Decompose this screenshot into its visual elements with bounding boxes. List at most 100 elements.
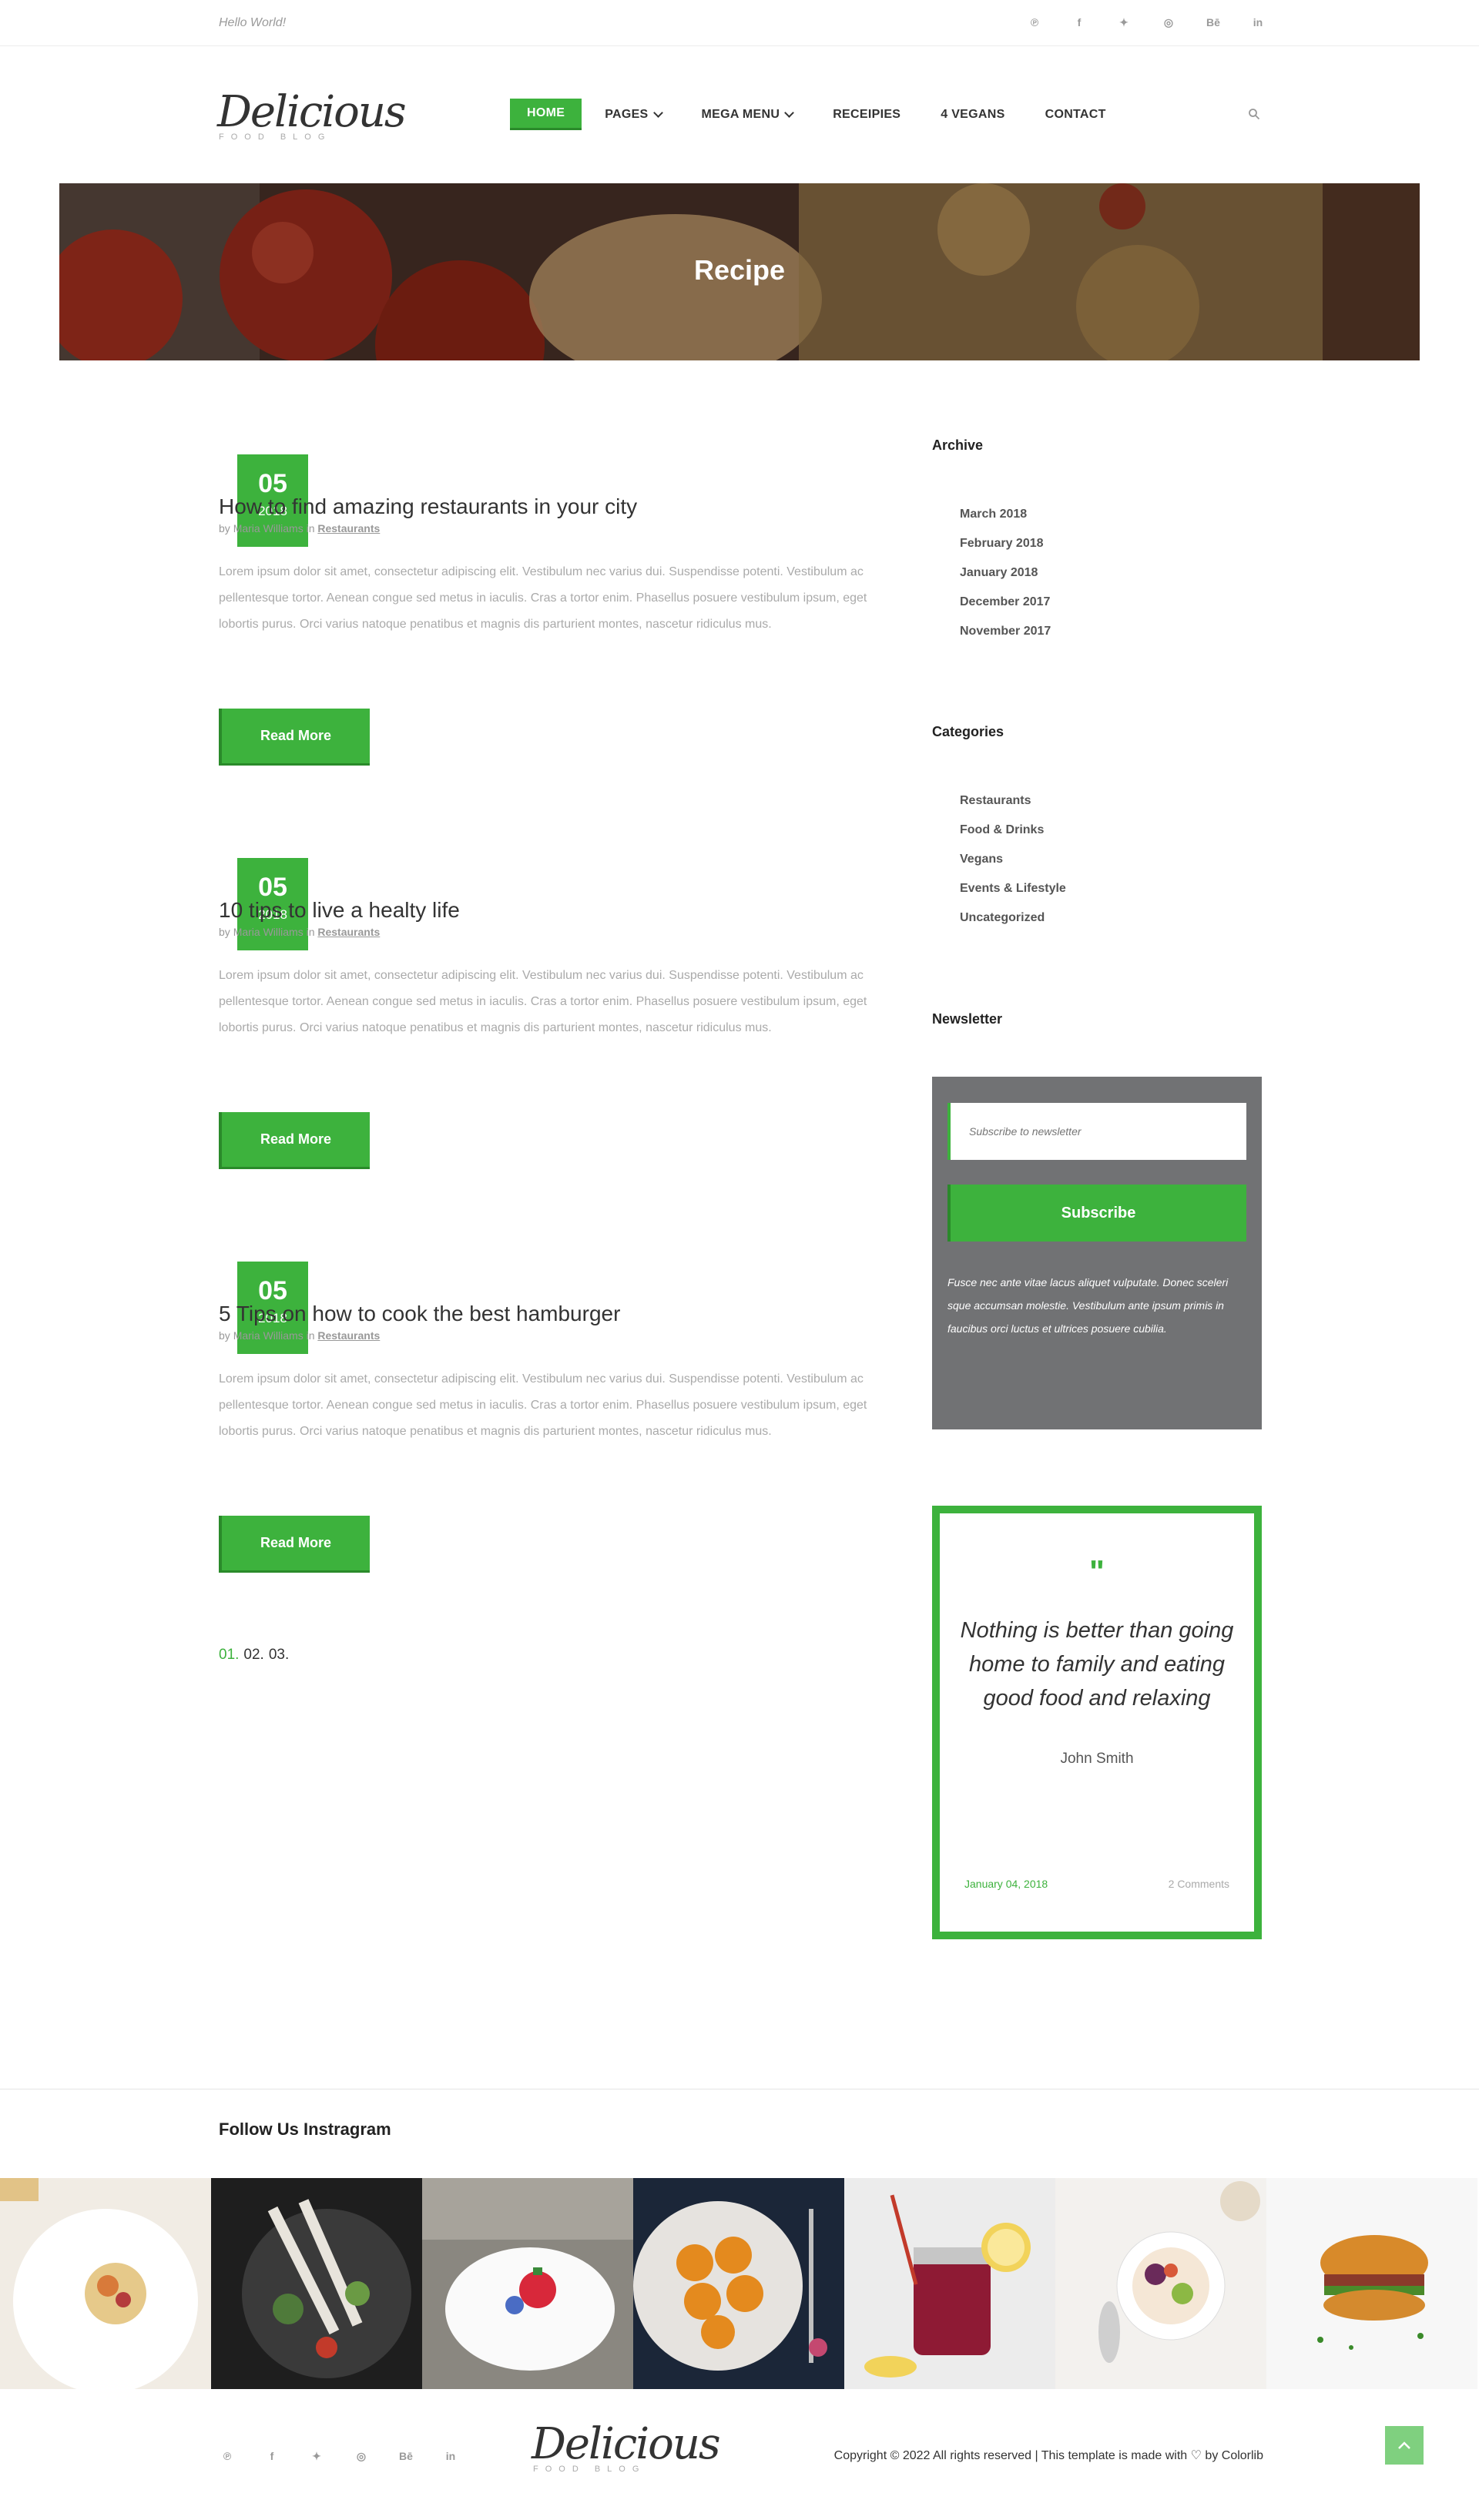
meta-in: in [306, 522, 315, 534]
post-category-link[interactable]: Restaurants [317, 522, 380, 534]
linkedin-icon[interactable]: in [442, 2448, 459, 2465]
widget-title: Categories [932, 724, 1004, 739]
subscribe-button[interactable]: Subscribe [947, 1185, 1246, 1242]
post-excerpt: Lorem ipsum dolor sit amet, consectetur … [219, 969, 867, 1034]
categories-widget: Categories Restaurants Food & Drinks Veg… [932, 724, 1263, 940]
read-more-button[interactable]: Read More [219, 709, 370, 766]
top-social-links: ℗ f ✦ ◎ Bē in [1026, 14, 1266, 31]
category-link[interactable]: Food & Drinks [960, 823, 1263, 853]
nav-label: Pages [605, 107, 649, 121]
pinterest-icon[interactable]: ℗ [219, 2448, 236, 2465]
nav-label: Receipies [833, 107, 901, 121]
archive-widget: Archive March 2018 February 2018 January… [932, 437, 1263, 654]
post-category-link[interactable]: Restaurants [317, 926, 380, 938]
archive-list: March 2018 February 2018 January 2018 De… [932, 508, 1263, 654]
site-header: Delicious FOOD BLOG Home Pages Mega Menu… [0, 46, 1479, 183]
post-meta: by Maria Williams in Restaurants [219, 926, 380, 938]
date-day: 05 [258, 1276, 287, 1305]
quote-text: Nothing is better than going home to fam… [960, 1618, 1234, 1711]
category-link[interactable]: Events & Lifestyle [960, 882, 1263, 911]
footer-social-links: ℗ f ✦ ◎ Bē in [219, 2448, 459, 2465]
behance-icon[interactable]: Bē [1205, 14, 1222, 31]
search-icon[interactable] [1248, 108, 1260, 120]
twitter-icon[interactable]: ✦ [308, 2448, 325, 2465]
instagram-photo[interactable] [1266, 2178, 1477, 2389]
instagram-title: Follow Us Instragram [219, 2120, 391, 2139]
page-title: Recipe [693, 254, 786, 286]
category-link[interactable]: Vegans [960, 853, 1263, 882]
quote-comments-link[interactable]: 2 Comments [1169, 1878, 1229, 1890]
site-logo[interactable]: Delicious FOOD BLOG [217, 87, 407, 142]
post-author[interactable]: Maria Williams [233, 1329, 304, 1342]
post-excerpt: Lorem ipsum dolor sit amet, consectetur … [219, 565, 867, 631]
newsletter-widget-heading: Newsletter [932, 1011, 1263, 1027]
newsletter-box: Subscribe Fusce nec ante vitae lacus ali… [932, 1077, 1262, 1429]
instagram-photo[interactable] [1055, 2178, 1266, 2389]
pinterest-icon[interactable]: ℗ [1026, 14, 1043, 31]
meta-by: by [219, 926, 230, 938]
linkedin-icon[interactable]: in [1249, 14, 1266, 31]
quote-author: John Smith [1060, 1751, 1134, 1767]
footer-logo[interactable]: Delicious FOOD BLOG [532, 2419, 721, 2475]
read-more-button[interactable]: Read More [219, 1516, 370, 1573]
archive-link[interactable]: December 2017 [960, 595, 1263, 625]
post-author[interactable]: Maria Williams [233, 522, 304, 534]
page-link[interactable]: 02. [243, 1647, 263, 1664]
meta-by: by [219, 522, 230, 534]
newsletter-email-input[interactable] [947, 1103, 1246, 1160]
back-to-top-button[interactable] [1385, 2426, 1424, 2465]
quote-mark-icon: " [1089, 1553, 1105, 1590]
post-author[interactable]: Maria Williams [233, 926, 304, 938]
nav-pages[interactable]: Pages [588, 100, 678, 129]
facebook-icon[interactable]: f [1071, 14, 1088, 31]
quote-widget: " Nothing is better than going home to f… [932, 1506, 1262, 1939]
instagram-photo[interactable] [422, 2178, 633, 2389]
archive-link[interactable]: January 2018 [960, 566, 1263, 595]
page-link-current[interactable]: 01. [219, 1647, 239, 1664]
archive-link[interactable]: March 2018 [960, 508, 1263, 537]
dribbble-icon[interactable]: ◎ [353, 2448, 370, 2465]
twitter-icon[interactable]: ✦ [1115, 14, 1132, 31]
chevron-down-icon [784, 107, 795, 118]
categories-list: Restaurants Food & Drinks Vegans Events … [932, 794, 1263, 940]
category-link[interactable]: Uncategorized [960, 911, 1263, 940]
greeting-text: Hello World! [219, 16, 287, 29]
pagination: 01. 02. 03. [219, 1647, 289, 1664]
main-nav: Home Pages Mega Menu Receipies 4 Vegans … [510, 99, 1129, 130]
category-link[interactable]: Restaurants [960, 794, 1263, 823]
post-category-link[interactable]: Restaurants [317, 1329, 380, 1342]
date-day: 05 [258, 873, 287, 902]
logo-wordmark: Delicious [532, 2419, 721, 2469]
quote-date[interactable]: January 04, 2018 [964, 1878, 1048, 1890]
instagram-photo[interactable] [633, 2178, 844, 2389]
nav-mega-menu[interactable]: Mega Menu [685, 100, 810, 129]
page-link[interactable]: 03. [269, 1647, 289, 1664]
nav-4-vegans[interactable]: 4 Vegans [924, 100, 1021, 129]
widget-title: Newsletter [932, 1011, 1003, 1027]
nav-label: 4 Vegans [941, 107, 1005, 121]
dribbble-icon[interactable]: ◎ [1160, 14, 1177, 31]
copyright-text: Copyright © 2022 All rights reserved | T… [833, 2449, 1263, 2462]
archive-link[interactable]: February 2018 [960, 537, 1263, 566]
post-excerpt: Lorem ipsum dolor sit amet, consectetur … [219, 1372, 867, 1438]
nav-home[interactable]: Home [510, 99, 582, 130]
instagram-gallery [0, 2178, 1479, 2389]
nav-contact[interactable]: Contact [1028, 100, 1123, 129]
quote-footer: January 04, 2018 2 Comments [964, 1878, 1229, 1890]
post-title[interactable]: How to find amazing restaurants in your … [219, 494, 637, 519]
nav-receipies[interactable]: Receipies [816, 100, 917, 129]
logo-wordmark: Delicious [217, 87, 407, 137]
behance-icon[interactable]: Bē [397, 2448, 414, 2465]
facebook-icon[interactable]: f [263, 2448, 280, 2465]
post-title[interactable]: 5 Tips on how to cook the best hamburger [219, 1302, 620, 1326]
chevron-down-icon [652, 107, 663, 118]
archive-link[interactable]: November 2017 [960, 625, 1263, 654]
post-title[interactable]: 10 tips to live a healty life [219, 898, 460, 923]
date-day: 05 [258, 469, 287, 498]
meta-in: in [306, 1329, 315, 1342]
instagram-photo[interactable] [844, 2178, 1055, 2389]
instagram-photo[interactable] [211, 2178, 422, 2389]
instagram-photo[interactable] [0, 2178, 211, 2389]
post-meta: by Maria Williams in Restaurants [219, 1329, 380, 1342]
read-more-button[interactable]: Read More [219, 1112, 370, 1169]
